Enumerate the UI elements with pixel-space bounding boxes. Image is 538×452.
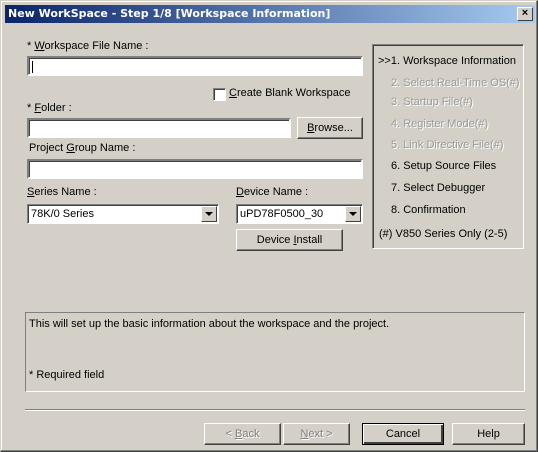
step-item: 3. Startup File(#) [391,96,473,108]
chevron-down-icon[interactable] [201,206,217,222]
next-button[interactable]: Next > [283,423,350,445]
workspace-label-accesskey: W [34,40,45,52]
wizard-steps-panel: >>1. Workspace Information 2. Select Rea… [372,44,524,249]
series-label-text: eries Name : [34,186,97,198]
step-footnote: (#) V850 Series Only (2-5) [379,228,508,240]
device-install-label-pre: Device [256,234,294,246]
browse-button[interactable]: Browse... [297,117,363,139]
folder-label: * Folder : [27,102,72,114]
project-group-name-input[interactable] [27,159,363,179]
info-description: This will set up the basic information a… [29,318,390,330]
workspace-file-name-label: * Workspace File Name : [27,40,148,52]
step-item: 2. Select Real-Time OS(#) [391,77,520,89]
project-group-label-text: roup Name : [74,142,136,154]
create-blank-workspace-label[interactable]: Create Blank Workspace [229,87,350,99]
device-label-text: evice Name : [243,186,309,198]
project-group-accesskey: G [66,142,75,154]
device-name-label: Device Name : [236,186,308,198]
chevron-down-icon[interactable] [345,206,361,222]
device-install-button[interactable]: Device Install [236,229,343,251]
back-label: ack [242,428,260,440]
back-label-pre: < [225,428,235,440]
workspace-file-name-input[interactable] [27,56,363,76]
create-blank-accesskey: C [229,87,237,99]
separator [25,409,525,411]
step-item-current: >>1. Workspace Information [378,55,516,67]
next-label: ext > [308,428,333,440]
step-item: 7. Select Debugger [391,182,486,194]
step-item: 8. Confirmation [391,204,466,216]
help-button[interactable]: Help [452,423,525,445]
text-caret [32,61,33,73]
device-label-accesskey: D [236,186,244,198]
workspace-label-text: orkspace File Name : [44,40,149,52]
series-name-select[interactable]: 78K/0 Series [27,204,219,224]
project-group-label-pre: Project [29,142,67,154]
device-install-label-text: nstall [296,234,323,246]
step-item: 5. Link Directive File(#) [391,139,504,151]
series-name-label: Series Name : [27,186,97,198]
project-group-name-label: Project Group Name : [29,142,135,154]
step-item: 6. Setup Source Files [391,160,497,172]
required-field-note: * Required field [29,369,105,381]
folder-input[interactable] [27,118,291,138]
back-button[interactable]: < Back [204,423,281,445]
cancel-button[interactable]: Cancel [362,423,444,445]
create-blank-text: reate Blank Workspace [236,87,351,99]
close-icon[interactable]: × [517,7,533,21]
device-name-value: uPD78F0500_30 [240,208,324,220]
create-blank-workspace-checkbox[interactable] [213,88,226,101]
folder-label-text: older : [41,102,72,114]
device-name-select[interactable]: uPD78F0500_30 [236,204,363,224]
browse-label: rowse... [314,122,353,134]
series-name-value: 78K/0 Series [31,208,94,220]
title-bar: New WorkSpace - Step 1/8 [Workspace Info… [5,5,535,23]
window-title: New WorkSpace - Step 1/8 [Workspace Info… [8,7,331,20]
step-item: 4. Register Mode(#) [391,118,489,130]
info-panel: This will set up the basic information a… [25,312,525,392]
